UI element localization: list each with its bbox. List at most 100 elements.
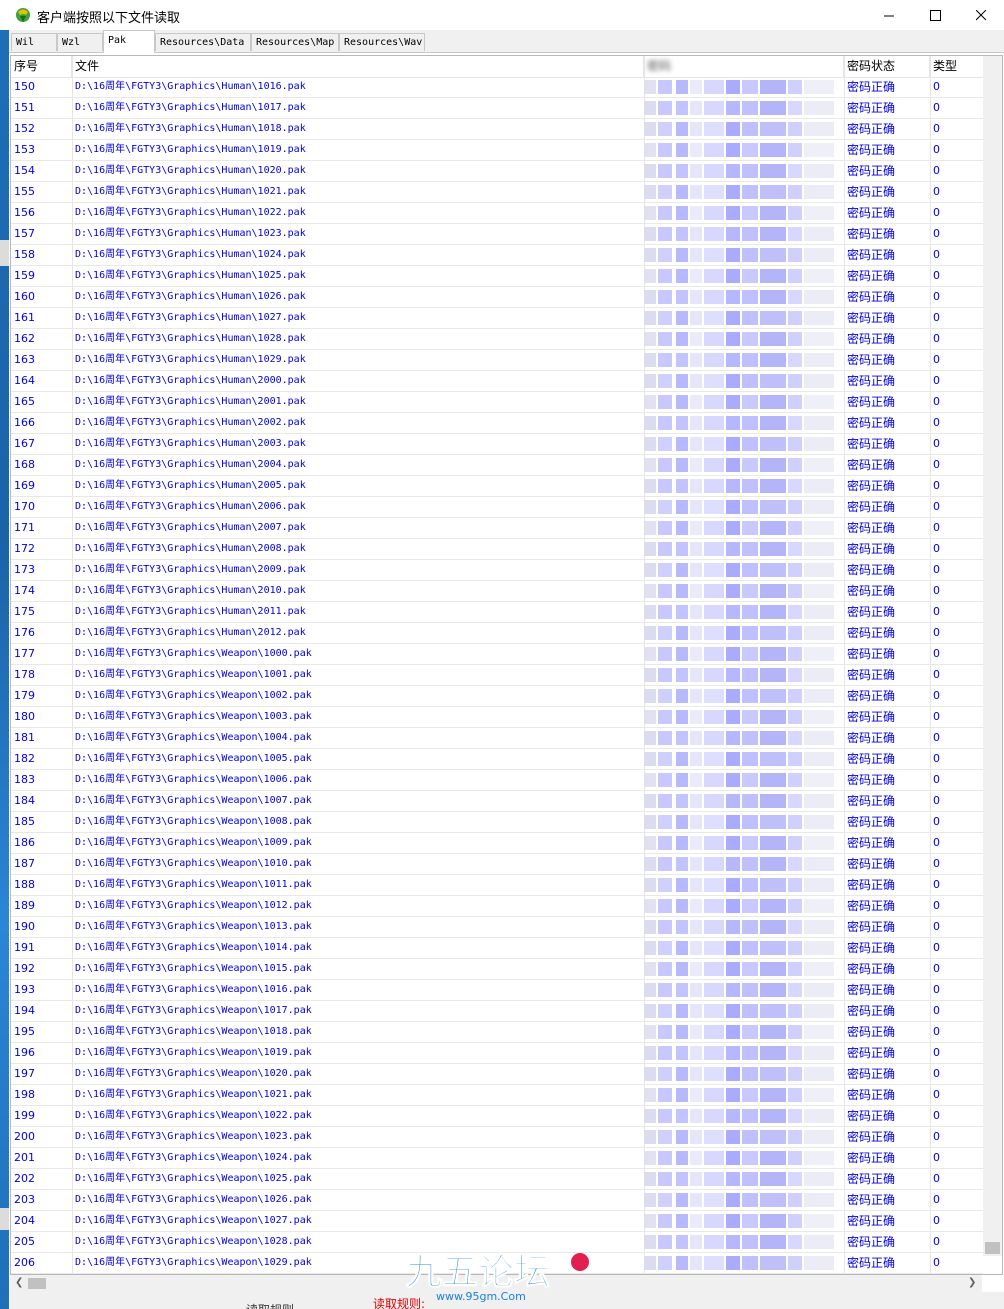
row-password-redacted xyxy=(644,371,839,391)
table-row[interactable]: 167 D:\16周年\FGTY3\Graphics\Human\2003.pak… xyxy=(11,434,983,455)
tab-pak[interactable]: Pak xyxy=(103,30,155,53)
table-row[interactable]: 159 D:\16周年\FGTY3\Graphics\Human\1025.pak… xyxy=(11,266,983,287)
table-row[interactable]: 201 D:\16周年\FGTY3\Graphics\Weapon\1024.pa… xyxy=(11,1148,983,1169)
scroll-right-icon[interactable]: ❯ xyxy=(968,1277,976,1288)
table-row[interactable]: 166 D:\16周年\FGTY3\Graphics\Human\2002.pak… xyxy=(11,413,983,434)
watermark-logo-icon: 九五论坛 www.95gm.Com xyxy=(405,1251,589,1303)
tab-wzl[interactable]: Wzl xyxy=(57,33,103,51)
row-status: 密码正确 xyxy=(847,983,896,997)
table-row[interactable]: 202 D:\16周年\FGTY3\Graphics\Weapon\1025.pa… xyxy=(11,1169,983,1190)
table-row[interactable]: 203 D:\16周年\FGTY3\Graphics\Weapon\1026.pa… xyxy=(11,1190,983,1211)
table-row[interactable]: 184 D:\16周年\FGTY3\Graphics\Weapon\1007.pa… xyxy=(11,791,983,812)
row-type: 0 xyxy=(933,479,940,492)
table-row[interactable]: 185 D:\16周年\FGTY3\Graphics\Weapon\1008.pa… xyxy=(11,812,983,833)
table-row[interactable]: 181 D:\16周年\FGTY3\Graphics\Weapon\1004.pa… xyxy=(11,728,983,749)
tab-resources-data[interactable]: Resources\Data xyxy=(155,33,251,51)
table-row[interactable]: 172 D:\16周年\FGTY3\Graphics\Human\2008.pak… xyxy=(11,539,983,560)
table-row[interactable]: 160 D:\16周年\FGTY3\Graphics\Human\1026.pak… xyxy=(11,287,983,308)
row-password-redacted xyxy=(644,1085,839,1105)
table-row[interactable]: 156 D:\16周年\FGTY3\Graphics\Human\1022.pak… xyxy=(11,203,983,224)
minimize-button[interactable] xyxy=(866,0,912,30)
row-type: 0 xyxy=(933,1109,940,1122)
table-row[interactable]: 190 D:\16周年\FGTY3\Graphics\Weapon\1013.pa… xyxy=(11,917,983,938)
row-status: 密码正确 xyxy=(847,122,896,136)
table-row[interactable]: 187 D:\16周年\FGTY3\Graphics\Weapon\1010.pa… xyxy=(11,854,983,875)
row-password-redacted xyxy=(644,707,839,727)
table-row[interactable]: 157 D:\16周年\FGTY3\Graphics\Human\1023.pak… xyxy=(11,224,983,245)
row-type: 0 xyxy=(933,122,940,135)
table-row[interactable]: 162 D:\16周年\FGTY3\Graphics\Human\1028.pak… xyxy=(11,329,983,350)
row-file-path: D:\16周年\FGTY3\Graphics\Weapon\1014.pak xyxy=(75,942,312,953)
table-row[interactable]: 168 D:\16周年\FGTY3\Graphics\Human\2004.pak… xyxy=(11,455,983,476)
row-status: 密码正确 xyxy=(847,353,896,367)
table-row[interactable]: 178 D:\16周年\FGTY3\Graphics\Weapon\1001.pa… xyxy=(11,665,983,686)
table-row[interactable]: 176 D:\16周年\FGTY3\Graphics\Human\2012.pak… xyxy=(11,623,983,644)
table-row[interactable]: 175 D:\16周年\FGTY3\Graphics\Human\2011.pak… xyxy=(11,602,983,623)
maximize-button[interactable] xyxy=(912,0,958,30)
table-row[interactable]: 193 D:\16周年\FGTY3\Graphics\Weapon\1016.pa… xyxy=(11,980,983,1001)
table-row[interactable]: 152 D:\16周年\FGTY3\Graphics\Human\1018.pak… xyxy=(11,119,983,140)
row-status: 密码正确 xyxy=(847,584,896,598)
table-row[interactable]: 151 D:\16周年\FGTY3\Graphics\Human\1017.pak… xyxy=(11,98,983,119)
table-row[interactable]: 150 D:\16周年\FGTY3\Graphics\Human\1016.pak… xyxy=(11,77,983,98)
table-row[interactable]: 170 D:\16周年\FGTY3\Graphics\Human\2006.pak… xyxy=(11,497,983,518)
title-bar[interactable]: 客户端按照以下文件读取 xyxy=(0,0,1004,30)
row-password-redacted xyxy=(644,119,839,139)
row-password-redacted xyxy=(644,980,839,1000)
table-row[interactable]: 182 D:\16周年\FGTY3\Graphics\Weapon\1005.pa… xyxy=(11,749,983,770)
row-type: 0 xyxy=(933,416,940,429)
table-row[interactable]: 164 D:\16周年\FGTY3\Graphics\Human\2000.pak… xyxy=(11,371,983,392)
table-row[interactable]: 174 D:\16周年\FGTY3\Graphics\Human\2010.pak… xyxy=(11,581,983,602)
vertical-scrollbar[interactable] xyxy=(983,56,1002,1256)
table-row[interactable]: 200 D:\16周年\FGTY3\Graphics\Weapon\1023.pa… xyxy=(11,1127,983,1148)
column-header-type[interactable]: 类型 xyxy=(930,56,983,77)
row-index: 183 xyxy=(14,773,35,786)
tab-resources-wav[interactable]: Resources\Wav xyxy=(339,33,425,51)
table-row[interactable]: 165 D:\16周年\FGTY3\Graphics\Human\2001.pak… xyxy=(11,392,983,413)
table-row[interactable]: 189 D:\16周年\FGTY3\Graphics\Weapon\1012.pa… xyxy=(11,896,983,917)
table-row[interactable]: 204 D:\16周年\FGTY3\Graphics\Weapon\1027.pa… xyxy=(11,1211,983,1232)
row-status: 密码正确 xyxy=(847,1025,896,1039)
table-row[interactable]: 163 D:\16周年\FGTY3\Graphics\Human\1029.pak… xyxy=(11,350,983,371)
table-row[interactable]: 180 D:\16周年\FGTY3\Graphics\Weapon\1003.pa… xyxy=(11,707,983,728)
table-row[interactable]: 186 D:\16周年\FGTY3\Graphics\Weapon\1009.pa… xyxy=(11,833,983,854)
tab-wil[interactable]: Wil xyxy=(11,33,57,51)
table-row[interactable]: 153 D:\16周年\FGTY3\Graphics\Human\1019.pak… xyxy=(11,140,983,161)
tab-resources-map[interactable]: Resources\Map xyxy=(251,33,339,51)
column-header-index[interactable]: 序号 xyxy=(11,56,72,77)
table-row[interactable]: 199 D:\16周年\FGTY3\Graphics\Weapon\1022.pa… xyxy=(11,1106,983,1127)
table-row[interactable]: 173 D:\16周年\FGTY3\Graphics\Human\2009.pak… xyxy=(11,560,983,581)
column-header-password[interactable]: 密码 xyxy=(644,56,844,77)
close-button[interactable] xyxy=(958,0,1004,30)
table-row[interactable]: 179 D:\16周年\FGTY3\Graphics\Weapon\1002.pa… xyxy=(11,686,983,707)
row-password-redacted xyxy=(644,224,839,244)
table-row[interactable]: 194 D:\16周年\FGTY3\Graphics\Weapon\1017.pa… xyxy=(11,1001,983,1022)
table-row[interactable]: 161 D:\16周年\FGTY3\Graphics\Human\1027.pak… xyxy=(11,308,983,329)
table-row[interactable]: 198 D:\16周年\FGTY3\Graphics\Weapon\1021.pa… xyxy=(11,1085,983,1106)
table-row[interactable]: 196 D:\16周年\FGTY3\Graphics\Weapon\1019.pa… xyxy=(11,1043,983,1064)
table-row[interactable]: 171 D:\16周年\FGTY3\Graphics\Human\2007.pak… xyxy=(11,518,983,539)
horizontal-scroll-thumb[interactable] xyxy=(28,1278,46,1289)
row-file-path: D:\16周年\FGTY3\Graphics\Human\1018.pak xyxy=(75,123,306,134)
watermark-text: 九五论坛 xyxy=(406,1252,550,1293)
column-header-status[interactable]: 密码状态 xyxy=(844,56,930,77)
table-row[interactable]: 188 D:\16周年\FGTY3\Graphics\Weapon\1011.pa… xyxy=(11,875,983,896)
table-row[interactable]: 154 D:\16周年\FGTY3\Graphics\Human\1020.pak… xyxy=(11,161,983,182)
table-row[interactable]: 177 D:\16周年\FGTY3\Graphics\Weapon\1000.pa… xyxy=(11,644,983,665)
row-type: 0 xyxy=(933,689,940,702)
file-list[interactable]: 序号 文件 密码 密码状态 类型 150 D:\16周年\FGTY3\Graphi… xyxy=(10,55,1003,1275)
vertical-scroll-thumb[interactable] xyxy=(985,1242,1000,1254)
row-file-path: D:\16周年\FGTY3\Graphics\Human\2007.pak xyxy=(75,522,306,533)
row-password-redacted xyxy=(644,602,839,622)
scroll-left-icon[interactable]: ❮ xyxy=(15,1277,23,1288)
row-password-redacted xyxy=(644,917,839,937)
table-row[interactable]: 158 D:\16周年\FGTY3\Graphics\Human\1024.pak… xyxy=(11,245,983,266)
table-row[interactable]: 169 D:\16周年\FGTY3\Graphics\Human\2005.pak… xyxy=(11,476,983,497)
column-header-file[interactable]: 文件 xyxy=(72,56,644,77)
table-row[interactable]: 195 D:\16周年\FGTY3\Graphics\Weapon\1018.pa… xyxy=(11,1022,983,1043)
table-row[interactable]: 197 D:\16周年\FGTY3\Graphics\Weapon\1020.pa… xyxy=(11,1064,983,1085)
table-row[interactable]: 192 D:\16周年\FGTY3\Graphics\Weapon\1015.pa… xyxy=(11,959,983,980)
table-row[interactable]: 191 D:\16周年\FGTY3\Graphics\Weapon\1014.pa… xyxy=(11,938,983,959)
table-row[interactable]: 155 D:\16周年\FGTY3\Graphics\Human\1021.pak… xyxy=(11,182,983,203)
table-row[interactable]: 183 D:\16周年\FGTY3\Graphics\Weapon\1006.pa… xyxy=(11,770,983,791)
